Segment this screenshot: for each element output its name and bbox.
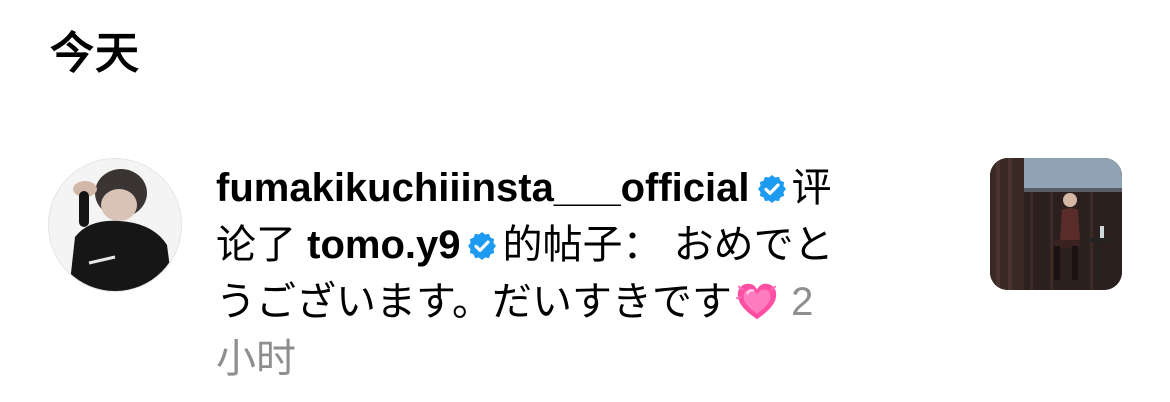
growing-heart-icon: [735, 283, 777, 320]
target-username[interactable]: tomo.y9: [307, 223, 460, 267]
verb-text-a: 评: [791, 166, 832, 210]
timestamp-b: 小时: [216, 337, 296, 381]
actor-username[interactable]: fumakikuchiiinsta___official: [216, 166, 750, 210]
notification-row[interactable]: fumakikuchiiinsta___official 评论了 tomo.y9 的…: [0, 150, 1170, 390]
section-header-today: 今天: [50, 29, 140, 78]
notification-text: fumakikuchiiinsta___official 评论了 tomo.y9 的…: [216, 160, 956, 388]
post-phrase: 的帖子：: [502, 223, 663, 267]
verified-badge-icon: [468, 232, 497, 260]
avatar[interactable]: [48, 158, 182, 292]
comment-text-a: おめでと: [673, 223, 834, 267]
verb-text-b: 论了: [216, 223, 296, 267]
verified-badge-icon: [757, 175, 786, 203]
post-thumbnail[interactable]: [990, 158, 1122, 290]
comment-text-b: うございます。だいすきです: [216, 280, 732, 324]
timestamp-a: 2: [791, 280, 814, 324]
